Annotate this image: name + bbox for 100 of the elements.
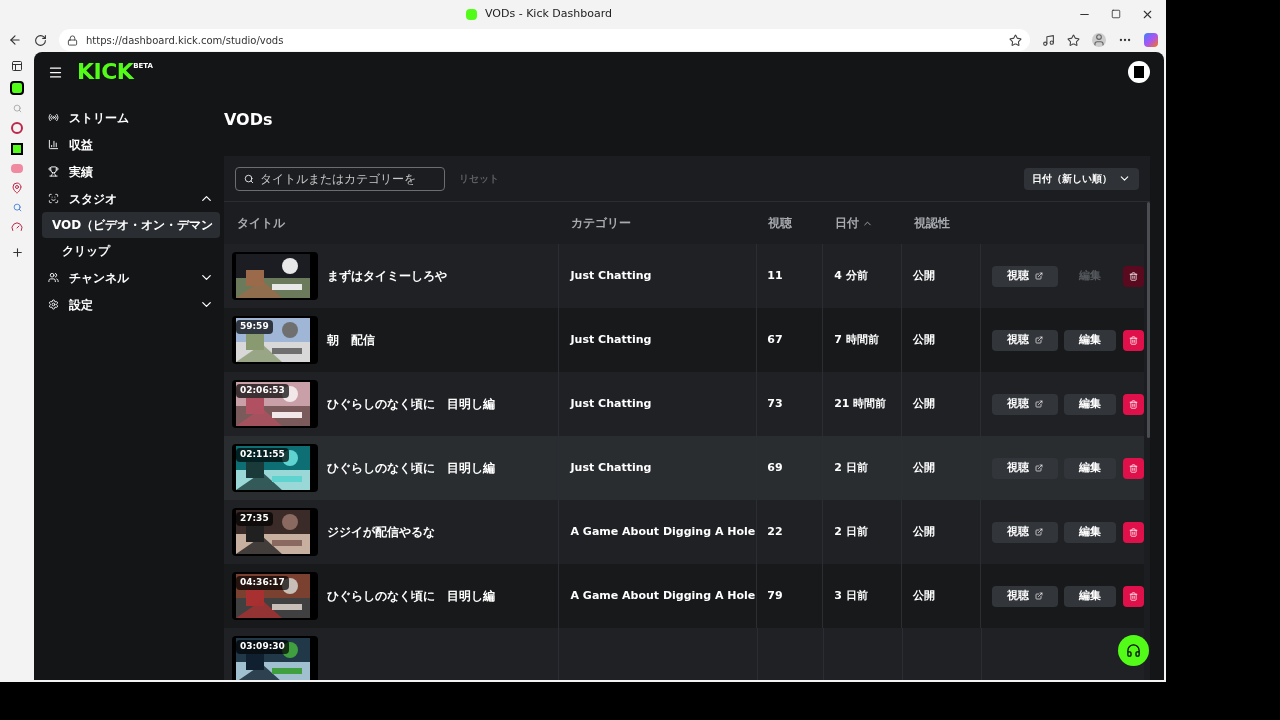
delete-button[interactable]	[1123, 457, 1144, 479]
table-row[interactable]: 03:09:30	[224, 628, 1144, 680]
sidebar-subitem[interactable]: クリップ	[42, 238, 220, 264]
lock-icon	[67, 34, 78, 46]
date-cell-text: 2 日前	[834, 523, 868, 540]
delete-button[interactable]	[1123, 393, 1144, 415]
copilot-icon[interactable]	[1144, 33, 1158, 47]
headset-icon	[1126, 643, 1141, 658]
gauge-icon[interactable]	[11, 221, 23, 233]
table-row[interactable]: 02:06:53 ひぐらしのなく頃に 目明し編 Just Chatting 73 21 時間前 公開 視聴 編集	[224, 372, 1144, 436]
watch-button[interactable]: 視聴	[992, 329, 1058, 351]
vod-title: 朝 配信	[327, 332, 375, 349]
delete-button[interactable]	[1123, 521, 1144, 543]
views-cell-text: 11	[767, 267, 783, 284]
column-header[interactable]: 視聴	[768, 214, 792, 232]
sidebar-item[interactable]: チャンネル	[42, 264, 220, 291]
column-header[interactable]: カテゴリー	[571, 214, 631, 232]
edit-button[interactable]: 編集	[1064, 521, 1116, 543]
watch-button[interactable]: 視聴	[992, 457, 1058, 479]
trash-icon	[1129, 335, 1138, 345]
delete-button[interactable]	[1123, 585, 1144, 607]
window-title: VODs - Kick Dashboard	[485, 5, 612, 22]
reload-icon[interactable]	[34, 33, 47, 47]
duration-badge: 02:11:55	[236, 448, 289, 462]
vod-title: ジジイが配信やるな	[327, 524, 435, 541]
trash-icon	[1129, 591, 1138, 601]
column-header[interactable]: タイトル	[237, 214, 285, 232]
search-icon[interactable]	[12, 203, 22, 212]
trash-icon	[1129, 271, 1138, 281]
category-cell-text: A Game About Digging A Hole	[570, 587, 756, 604]
sidebar-subitem[interactable]: VOD（ビデオ・オン・デマン	[42, 212, 220, 238]
table-row[interactable]: 04:36:17 ひぐらしのなく頃に 目明し編 A Game About Digging A Hole 79 3 日前 公開 視聴 編集	[224, 564, 1144, 628]
external-link-icon	[1035, 336, 1043, 344]
watch-button[interactable]: 視聴	[992, 585, 1058, 607]
category-cell-text: A Game About Digging A Hole	[570, 523, 756, 540]
watch-button[interactable]: 視聴	[992, 521, 1058, 543]
add-icon[interactable]	[10, 246, 24, 259]
table-row[interactable]: 02:11:55 ひぐらしのなく頃に 目明し編 Just Chatting 69 2 日前 公開 視聴 編集	[224, 436, 1144, 500]
back-icon[interactable]	[8, 33, 22, 47]
trash-icon	[1129, 527, 1138, 537]
address-field[interactable]: https://dashboard.kick.com/studio/vods	[59, 29, 1030, 51]
media-icon[interactable]	[1042, 33, 1055, 47]
table-row[interactable]: 59:59 朝 配信 Just Chatting 67 7 時間前 公開 視聴 編集	[224, 308, 1144, 372]
edit-button[interactable]: 編集	[1064, 457, 1116, 479]
kick-app-icon[interactable]	[10, 81, 24, 95]
logo[interactable]: KICK	[77, 61, 134, 83]
visibility-cell-text: 公開	[913, 459, 936, 476]
duration-badge: 03:09:30	[236, 640, 289, 654]
vod-title: ひぐらしのなく頃に 目明し編	[327, 396, 495, 413]
sidebar-item[interactable]: スタジオ	[42, 185, 220, 212]
column-header[interactable]: 視認性	[914, 214, 950, 232]
vod-title: ひぐらしのなく頃に 目明し編	[327, 588, 495, 605]
maximize-icon[interactable]	[1111, 9, 1121, 19]
vod-title: まずはタイミーしろや	[327, 268, 447, 285]
date-cell-text: 2 日前	[834, 459, 868, 476]
favorites-icon[interactable]	[1067, 33, 1080, 47]
edit-button[interactable]: 編集	[1064, 329, 1116, 351]
category-cell-text: Just Chatting	[570, 267, 652, 284]
user-avatar[interactable]	[1128, 61, 1150, 83]
nav-icon	[48, 139, 59, 150]
table-row[interactable]: 27:35 ジジイが配信やるな A Game About Digging A Hole 22 2 日前 公開 視聴 編集	[224, 500, 1144, 564]
sidebar-item[interactable]: 設定	[42, 291, 220, 318]
vod-title: ひぐらしのなく頃に 目明し編	[327, 460, 495, 477]
edit-button[interactable]: 編集	[1064, 585, 1116, 607]
sidebar-item[interactable]: 実績	[42, 158, 220, 185]
sidebar-item[interactable]: 収益	[42, 131, 220, 158]
duration-badge: 04:36:17	[236, 576, 289, 590]
search-icon	[244, 173, 254, 184]
map-pin-icon[interactable]	[11, 182, 23, 194]
trash-icon	[1129, 463, 1138, 473]
visibility-cell-text: 公開	[913, 395, 936, 412]
duration-badge: 27:35	[236, 512, 273, 526]
tabs-icon[interactable]	[11, 60, 23, 72]
column-header[interactable]: 日付	[835, 214, 873, 232]
nav-icon	[48, 299, 59, 310]
kick-app-icon[interactable]	[11, 143, 23, 155]
watch-button[interactable]: 視聴	[992, 393, 1058, 415]
sort-dropdown[interactable]: 日付（新しい順）	[1024, 167, 1139, 190]
search-field[interactable]: タイトルまたはカテゴリーを	[235, 166, 445, 191]
date-cell-text: 21 時間前	[834, 395, 887, 412]
nav-icon	[48, 166, 59, 177]
duration-badge: 02:06:53	[236, 384, 289, 398]
views-cell-text: 69	[767, 459, 783, 476]
sidebar-item[interactable]: ストリーム	[42, 104, 220, 131]
delete-button[interactable]	[1123, 329, 1144, 351]
visibility-cell-text: 公開	[913, 331, 936, 348]
external-link-icon	[1035, 272, 1043, 280]
app-icon[interactable]	[11, 122, 23, 134]
menu-icon[interactable]	[48, 64, 63, 80]
scrollbar[interactable]	[1147, 202, 1150, 438]
external-link-icon	[1035, 464, 1043, 472]
star-icon[interactable]	[1009, 33, 1022, 47]
category-cell-text: Just Chatting	[570, 395, 652, 412]
edit-button[interactable]: 編集	[1064, 393, 1116, 415]
nav-icon	[48, 112, 59, 123]
profile-icon[interactable]	[1092, 33, 1106, 47]
nav-icon	[48, 193, 59, 204]
tab-favicon-icon	[466, 8, 477, 20]
external-link-icon	[1035, 528, 1043, 536]
date-cell-text: 7 時間前	[834, 331, 879, 348]
